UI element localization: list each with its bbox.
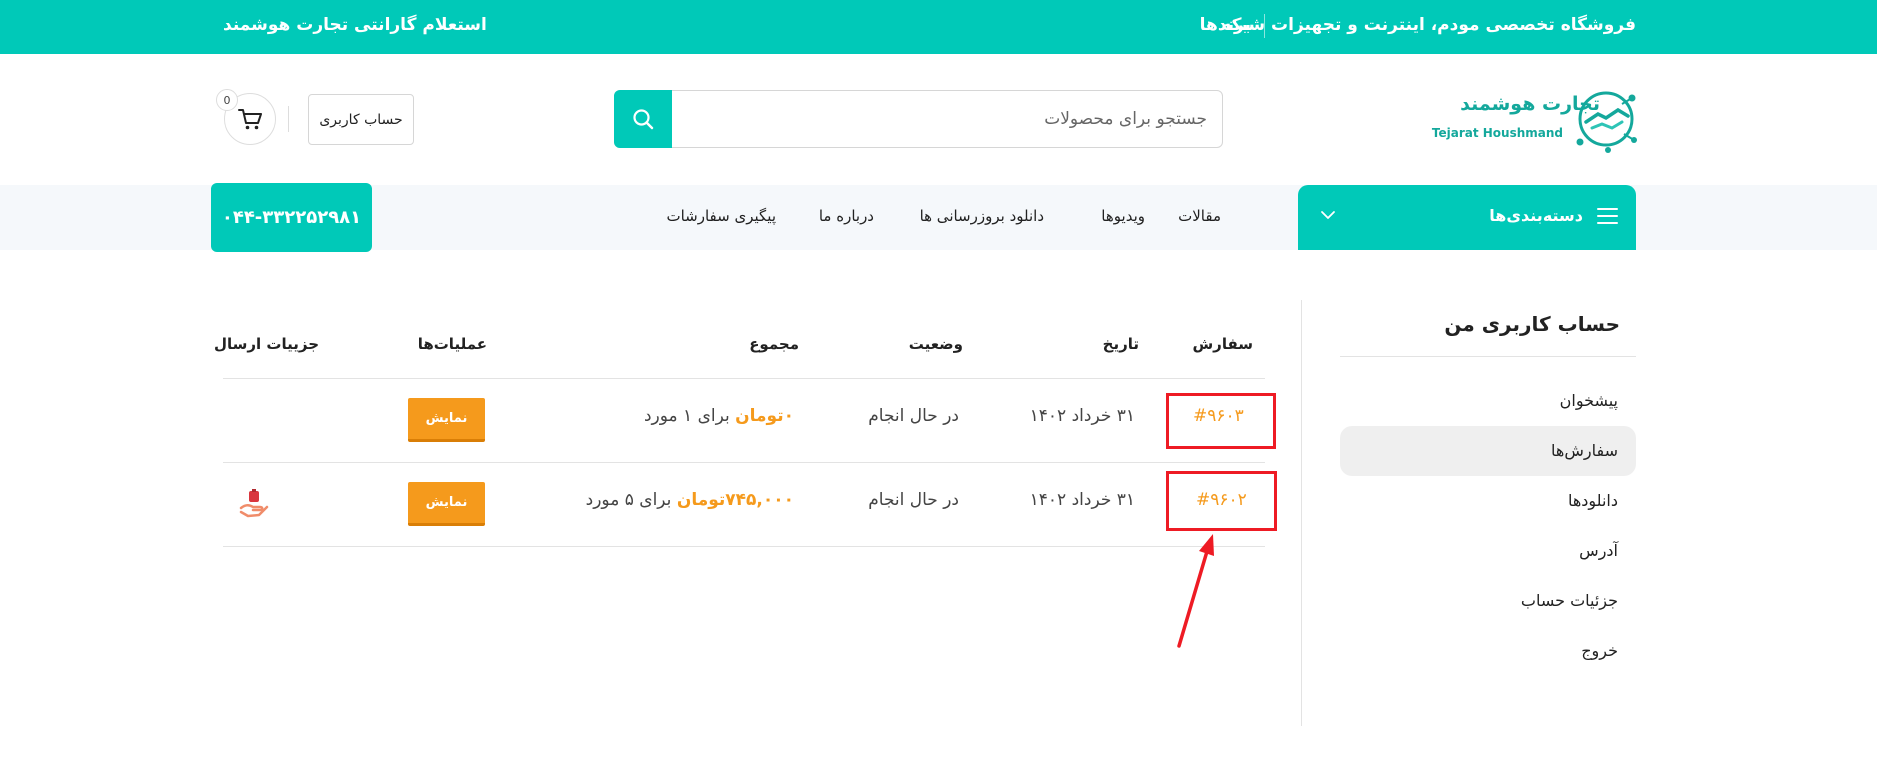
search-input[interactable] <box>673 91 1213 146</box>
sidebar-item-dashboard[interactable]: پیشخوان <box>1340 376 1636 426</box>
sidebar-item-address[interactable]: آدرس <box>1340 526 1636 576</box>
order-status: در حال انجام <box>868 490 959 510</box>
order-amount: ۰تومان <box>735 406 794 426</box>
order-date: ۳۱ خرداد ۱۴۰۲ <box>1029 406 1135 426</box>
chevron-down-icon <box>1321 211 1335 219</box>
sidebar-item-downloads[interactable]: دانلودها <box>1340 476 1636 526</box>
order-total: ۰تومان برای ۱ مورد <box>644 406 794 426</box>
view-order-button[interactable]: نمایش <box>408 398 485 442</box>
top-bar: فروشگاه تخصصی مودم، اینترنت و تجهیزات شب… <box>0 0 1877 54</box>
warranty-inquiry-link[interactable]: استعلام گارانتی تجارت هوشمند <box>223 15 487 35</box>
highlight-box <box>1166 471 1277 531</box>
categories-menu-button[interactable]: دسته‌بندی‌ها <box>1298 185 1636 250</box>
phone-number-button[interactable]: ۰۴۴-۳۳۲۲۵۲۹۸۱ <box>211 183 372 252</box>
col-header-shipping-details: جزییات ارسال <box>214 335 319 353</box>
sidebar-item-account-details[interactable]: جزئیات حساب <box>1340 576 1636 626</box>
nav-about-us[interactable]: درباره ما <box>819 207 874 225</box>
table-header-divider <box>223 378 1265 379</box>
nav-articles[interactable]: مقالات <box>1178 207 1221 225</box>
search-button[interactable] <box>614 89 672 148</box>
nav-videos[interactable]: ویدیوها <box>1101 207 1145 225</box>
logo-subtitle: Tejarat Houshmand <box>1431 126 1563 140</box>
order-amount: ۷۴۵,۰۰۰تومان <box>676 490 794 510</box>
col-header-date: تاریخ <box>1102 335 1139 353</box>
col-header-status: وضعیت <box>908 335 963 353</box>
order-status: در حال انجام <box>868 406 959 426</box>
menu-icon <box>1597 208 1618 224</box>
search-icon <box>633 108 654 129</box>
col-header-order: سفارش <box>1192 335 1253 353</box>
content-divider <box>1301 300 1302 726</box>
sidebar-title-divider <box>1340 356 1636 357</box>
order-date: ۳۱ خرداد ۱۴۰۲ <box>1029 490 1135 510</box>
sidebar-item-orders[interactable]: سفارش‌ها <box>1340 426 1636 476</box>
shipping-details-icon[interactable] <box>238 488 270 520</box>
highlight-box <box>1166 393 1276 449</box>
search-box <box>614 89 1223 148</box>
order-total: ۷۴۵,۰۰۰تومان برای ۵ مورد <box>586 490 794 510</box>
table-row-divider <box>223 546 1265 547</box>
col-header-actions: عملیات‌ها <box>417 335 487 353</box>
order-item-count: برای ۱ مورد <box>643 406 730 426</box>
categories-label: دسته‌بندی‌ها <box>1489 206 1583 225</box>
account-sidebar-title: حساب کاربری من <box>1444 312 1620 336</box>
cart-count-badge: 0 <box>216 89 238 111</box>
annotation-arrow-icon <box>1177 534 1214 648</box>
col-header-total: مجموع <box>749 335 799 353</box>
view-order-button[interactable]: نمایش <box>408 482 485 526</box>
table-row-divider <box>223 462 1265 463</box>
account-button[interactable]: حساب کاربری <box>308 94 414 145</box>
sidebar-item-logout[interactable]: خروج <box>1340 626 1636 676</box>
header-divider <box>288 106 289 132</box>
order-item-count: برای ۵ مورد <box>585 490 672 510</box>
logo-title[interactable]: تجارت هوشمند <box>1420 93 1600 115</box>
topbar-divider <box>1264 14 1265 38</box>
store-tagline: فروشگاه تخصصی مودم، اینترنت و تجهیزات شب… <box>1221 15 1636 35</box>
brands-link[interactable]: برندها <box>1200 15 1251 35</box>
nav-order-tracking[interactable]: پیگیری سفارشات <box>666 207 776 225</box>
cart-icon <box>238 109 262 130</box>
nav-firmware-downloads[interactable]: دانلود بروزرسانی ها <box>920 207 1044 225</box>
